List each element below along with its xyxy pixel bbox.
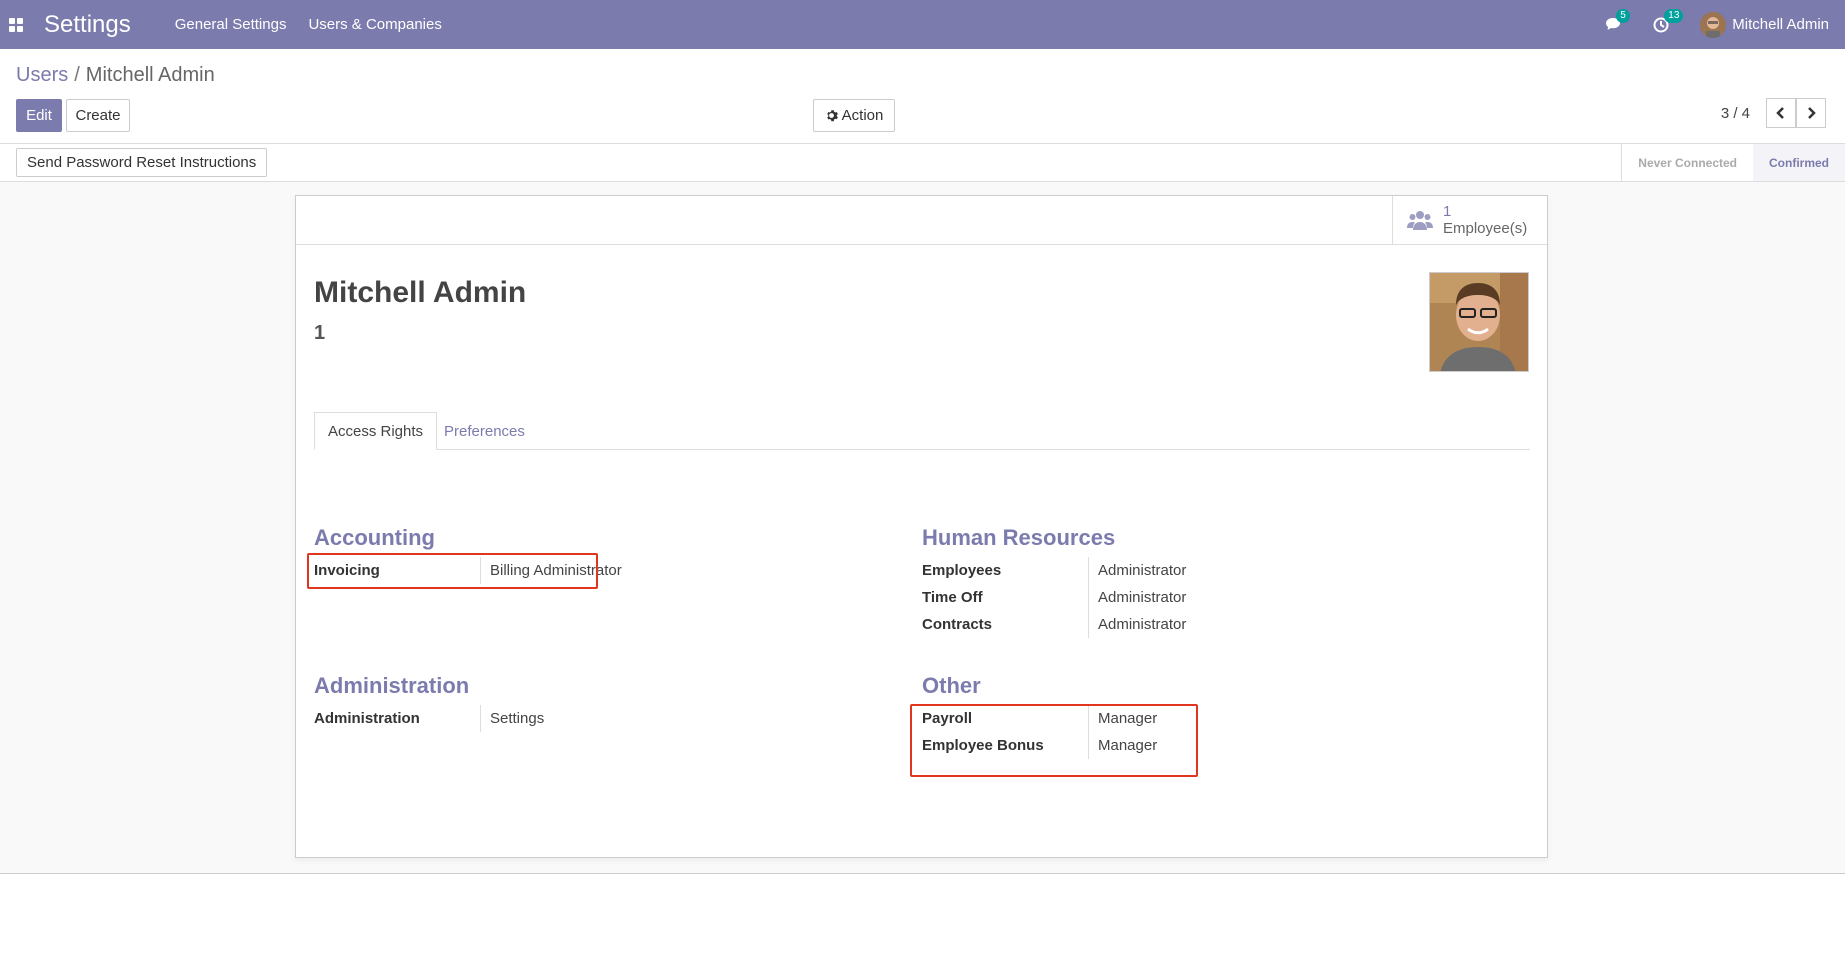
group-title-other: Other [922,673,981,698]
highlight-box-invoicing [307,553,598,589]
messages-icon[interactable]: 5 [1604,8,1630,34]
create-button[interactable]: Create [66,99,130,132]
breadcrumb-current: Mitchell Admin [85,64,215,86]
form-sheet: 1 Employee(s) Mitchell Admin 1 Access Ri… [295,195,1548,858]
action-label: Action [841,107,884,124]
menu-users-companies[interactable]: Users & Companies [308,16,441,33]
send-password-reset-button[interactable]: Send Password Reset Instructions [16,148,268,177]
field-value-time-off[interactable]: Administrator [1088,584,1186,611]
field-label-contracts: Contracts [922,616,993,633]
pager-value[interactable]: 3 / 4 [1721,105,1750,122]
chevron-right-icon [1808,107,1816,119]
app-title: Settings [44,10,131,38]
field-label-employees: Employees [922,562,1002,579]
field-row-time-off: Time Off Administrator [922,584,1422,611]
user-name: Mitchell Admin [1732,16,1829,33]
activities-clock-icon[interactable]: 13 [1652,8,1684,34]
highlight-box-other [910,704,1198,777]
field-row-contracts: Contracts Administrator [922,611,1422,638]
messages-badge: 5 [1616,8,1630,23]
top-navbar: Settings General Settings Users & Compan… [0,0,1845,49]
action-button[interactable]: Action [813,99,895,132]
button-box: 1 Employee(s) [296,196,1547,245]
field-value-employees[interactable]: Administrator [1088,557,1186,584]
pager-next-button[interactable] [1796,98,1826,128]
chevron-left-icon [1776,107,1784,119]
status-steps: Never Connected Confirmed [1621,144,1845,181]
employees-label: Employee(s) [1443,220,1528,237]
tab-access-rights[interactable]: Access Rights [314,412,438,450]
record-name: Mitchell Admin [314,276,527,309]
user-photo[interactable] [1429,272,1529,372]
form-statusbar: Send Password Reset Instructions Never C… [0,144,1845,182]
field-value-contracts[interactable]: Administrator [1088,611,1186,638]
menu-general-settings[interactable]: General Settings [175,16,287,33]
employees-count: 1 [1443,203,1452,220]
field-row-administration: Administration Settings [314,705,814,732]
status-never-connected: Never Connected [1638,155,1737,170]
user-menu[interactable]: Mitchell Admin [1700,11,1829,38]
gear-icon [826,110,838,122]
field-value-administration[interactable]: Settings [480,705,544,732]
group-title-accounting: Accounting [314,525,435,550]
field-row-employees: Employees Administrator [922,557,1422,584]
user-avatar [1700,11,1727,38]
page-bottom-area [0,873,1845,978]
edit-button[interactable]: Edit [16,99,62,132]
breadcrumb: Users / Mitchell Admin [16,64,215,87]
control-panel: Users / Mitchell Admin Edit Create Action … [0,49,1845,144]
breadcrumb-separator: / [74,64,80,86]
users-icon [1407,211,1433,230]
group-title-human-resources: Human Resources [922,525,1116,550]
employees-stat-button[interactable]: 1 Employee(s) [1392,196,1547,244]
tab-preferences[interactable]: Preferences [431,412,538,450]
pager-previous-button[interactable] [1766,98,1796,128]
group-title-administration: Administration [314,673,470,698]
field-label-time-off: Time Off [922,589,983,606]
apps-menu-icon[interactable] [9,17,23,32]
status-confirmed: Confirmed [1753,144,1845,181]
notebook-tabs: Access Rights Preferences [314,412,1530,450]
field-label-administration: Administration [314,710,420,727]
activities-badge: 13 [1664,8,1684,23]
record-subtitle: 1 [314,322,326,344]
breadcrumb-users-link[interactable]: Users [16,64,68,86]
